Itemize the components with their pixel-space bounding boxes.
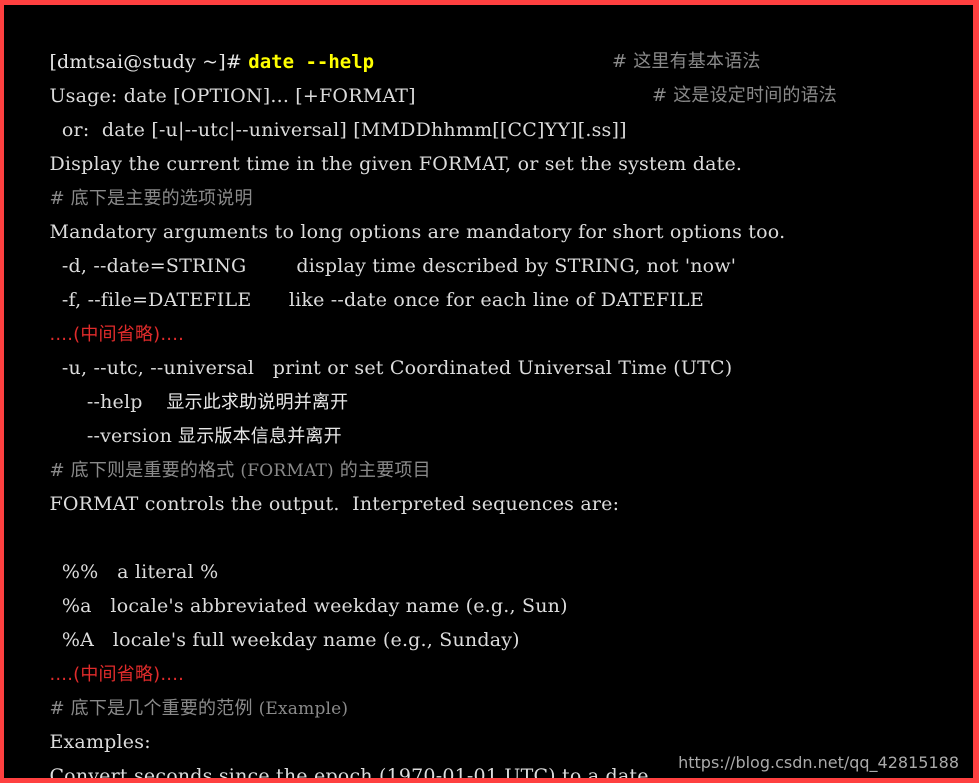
annotation-basic-syntax: # 这里有基本语法 bbox=[612, 51, 761, 72]
format-weekday-full-line: %A locale's full weekday name (e.g., Sun… bbox=[12, 589, 973, 651]
option-help-line: --help 显示此求助说明并离开 bbox=[12, 351, 973, 413]
annotation-set-time-syntax: # 这是设定时间的语法 bbox=[652, 85, 838, 106]
comment-options-heading: # 底下是主要的选项说明 bbox=[12, 147, 973, 209]
prompt-line: [dmtsai@study ~]# date --help bbox=[12, 11, 973, 73]
omission-line-1: ....(中间省略).... bbox=[12, 283, 973, 345]
omission-line-2: ....(中间省略).... bbox=[12, 623, 973, 685]
option-utc-line: -u, --utc, --universal print or set Coor… bbox=[12, 317, 973, 379]
format-literal-percent-line: %% a literal % bbox=[12, 521, 973, 583]
option-date-line: -d, --date=STRING display time described… bbox=[12, 215, 973, 277]
format-controls-line: FORMAT controls the output. Interpreted … bbox=[12, 453, 973, 515]
comment-example-heading: # 底下是几个重要的范例 (Example) bbox=[12, 657, 973, 719]
format-weekday-abbrev-line: %a locale's abbreviated weekday name (e.… bbox=[12, 555, 973, 617]
examples-heading-line: Examples: bbox=[12, 691, 973, 753]
description-line: Display the current time in the given FO… bbox=[12, 113, 973, 175]
terminal-window: [dmtsai@study ~]# date --help Usage: dat… bbox=[0, 0, 979, 783]
option-file-line: -f, --file=DATEFILE like --date once for… bbox=[12, 249, 973, 311]
option-version-line: --version 显示版本信息并离开 bbox=[12, 385, 973, 447]
usage-line-2: or: date [-u|--utc|--universal] [MMDDhhm… bbox=[12, 79, 973, 141]
watermark-url: https://blog.csdn.net/qq_42815188 bbox=[678, 753, 959, 772]
comment-format-heading: # 底下则是重要的格式 (FORMAT) 的主要项目 bbox=[12, 419, 973, 481]
usage-line-1: Usage: date [OPTION]... [+FORMAT] # 这里有基… bbox=[12, 45, 973, 107]
convert-epoch-text: Convert seconds since the epoch (1970-01… bbox=[49, 765, 649, 783]
terminal-screen[interactable]: [dmtsai@study ~]# date --help Usage: dat… bbox=[4, 5, 973, 778]
mandatory-args-line: Mandatory arguments to long options are … bbox=[12, 181, 973, 243]
